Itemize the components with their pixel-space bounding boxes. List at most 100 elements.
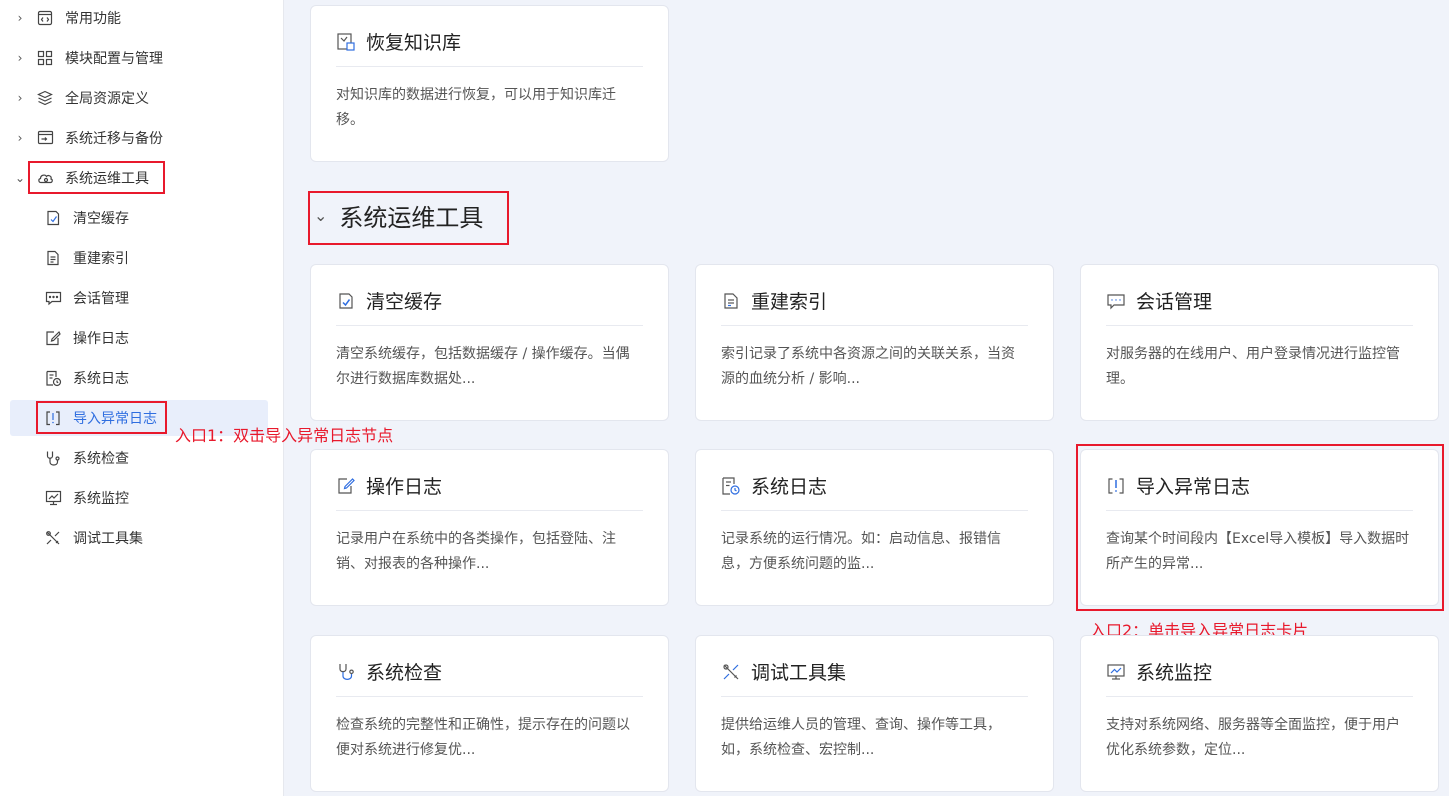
sidebar-item-label: 系统日志	[73, 371, 129, 387]
card-title: 操作日志	[366, 476, 443, 498]
sidebar-item-label: 全局资源定义	[65, 91, 149, 107]
card-debug-tools[interactable]: 调试工具集 提供给运维人员的管理、查询、操作等工具，如，系统检查、宏控制...	[695, 635, 1054, 792]
chevron-down-icon: ⌄	[314, 206, 328, 225]
sidebar-item-label: 系统迁移与备份	[65, 131, 163, 147]
card-title: 系统日志	[751, 476, 828, 498]
chevron-right-icon: ›	[17, 131, 23, 145]
system-log-icon	[44, 369, 62, 387]
import-error-icon	[44, 409, 62, 427]
sidebar-item-label: 导入异常日志	[73, 411, 157, 427]
card-rebuild-index[interactable]: 重建索引 索引记录了系统中各资源之间的关联关系，当资源的血统分析 / 影响...	[695, 264, 1054, 421]
card-description: 提供给运维人员的管理、查询、操作等工具，如，系统检查、宏控制...	[721, 717, 1001, 758]
tools-icon	[44, 529, 62, 547]
chat-icon	[1106, 291, 1126, 311]
import-error-icon	[1106, 476, 1126, 496]
sidebar-item-ops-tools[interactable]: ⌄ 系统运维工具	[0, 160, 284, 196]
rebuild-index-icon	[44, 249, 62, 267]
chevron-right-icon: ›	[17, 91, 23, 105]
card-title: 清空缓存	[366, 291, 443, 313]
sidebar-item-operation-log[interactable]: 操作日志	[0, 320, 284, 356]
card-system-monitor[interactable]: 系统监控 支持对系统网络、服务器等全面监控，便于用户优化系统参数，定位...	[1080, 635, 1439, 792]
card-title: 重建索引	[751, 291, 828, 313]
card-description: 对服务器的在线用户、用户登录情况进行监控管理。	[1106, 346, 1400, 387]
sidebar-item-label: 会话管理	[73, 291, 129, 307]
layers-icon	[36, 89, 54, 107]
edit-log-icon	[336, 476, 356, 496]
card-import-error-log[interactable]: 导入异常日志 查询某个时间段内【Excel导入模板】导入数据时所产生的异常...	[1080, 449, 1439, 606]
chevron-right-icon: ›	[17, 11, 23, 25]
card-system-log[interactable]: 系统日志 记录系统的运行情况。如：启动信息、报错信息，方便系统问题的监...	[695, 449, 1054, 606]
edit-log-icon	[44, 329, 62, 347]
chevron-right-icon: ›	[17, 51, 23, 65]
cloud-tool-icon	[36, 169, 54, 187]
tools-icon	[721, 662, 741, 682]
migrate-icon	[36, 129, 54, 147]
card-description: 记录系统的运行情况。如：启动信息、报错信息，方便系统问题的监...	[721, 531, 1001, 572]
sidebar-item-label: 常用功能	[65, 11, 121, 27]
divider	[336, 325, 643, 326]
system-log-icon	[721, 476, 741, 496]
sidebar-item-migration-backup[interactable]: › 系统迁移与备份	[0, 120, 284, 156]
card-clear-cache[interactable]: 清空缓存 清空系统缓存，包括数据缓存 / 操作缓存。当偶尔进行数据库数据处...	[310, 264, 669, 421]
card-description: 清空系统缓存，包括数据缓存 / 操作缓存。当偶尔进行数据库数据处...	[336, 346, 630, 387]
card-description: 查询某个时间段内【Excel导入模板】导入数据时所产生的异常...	[1106, 531, 1410, 572]
card-description: 对知识库的数据进行恢复，可以用于知识库迁移。	[336, 87, 616, 128]
sidebar-item-global-resources[interactable]: › 全局资源定义	[0, 80, 284, 116]
card-description: 支持对系统网络、服务器等全面监控，便于用户优化系统参数，定位...	[1106, 717, 1400, 758]
divider	[721, 696, 1028, 697]
card-restore-kb[interactable]: 恢复知识库 对知识库的数据进行恢复，可以用于知识库迁移。	[310, 5, 669, 162]
card-system-check[interactable]: 系统检查 检查系统的完整性和正确性，提示存在的问题以便对系统进行修复优...	[310, 635, 669, 792]
clear-cache-icon	[336, 291, 356, 311]
card-title: 系统检查	[366, 662, 443, 684]
card-title: 调试工具集	[751, 662, 847, 684]
section-header[interactable]: ⌄ 系统运维工具	[314, 198, 483, 233]
code-window-icon	[36, 9, 54, 27]
rebuild-index-icon	[721, 291, 741, 311]
stethoscope-icon	[336, 662, 356, 682]
sidebar-item-label: 清空缓存	[73, 211, 129, 227]
sidebar-item-label: 模块配置与管理	[65, 51, 163, 67]
sidebar: › 常用功能 › 模块配置与管理 › 全局资源定义 › 系统迁移与备份 ⌄ 系统…	[0, 0, 284, 796]
card-title: 系统监控	[1136, 662, 1213, 684]
sidebar-item-rebuild-index[interactable]: 重建索引	[0, 240, 284, 276]
stethoscope-icon	[44, 449, 62, 467]
sidebar-item-system-log[interactable]: 系统日志	[0, 360, 284, 396]
monitor-icon	[1106, 662, 1126, 682]
divider	[1106, 696, 1413, 697]
sidebar-item-debug-tools[interactable]: 调试工具集	[0, 520, 284, 556]
sidebar-item-label: 重建索引	[73, 251, 129, 267]
divider	[336, 66, 643, 67]
sidebar-item-session[interactable]: 会话管理	[0, 280, 284, 316]
monitor-icon	[44, 489, 62, 507]
chat-icon	[44, 289, 62, 307]
restore-icon	[336, 32, 356, 52]
sidebar-item-label: 调试工具集	[73, 531, 143, 547]
chevron-down-icon: ⌄	[14, 171, 26, 185]
sidebar-item-label: 系统运维工具	[65, 171, 149, 187]
sidebar-item-clear-cache[interactable]: 清空缓存	[0, 200, 284, 236]
divider	[721, 325, 1028, 326]
clear-cache-icon	[44, 209, 62, 227]
sidebar-item-system-monitor[interactable]: 系统监控	[0, 480, 284, 516]
card-description: 检查系统的完整性和正确性，提示存在的问题以便对系统进行修复优...	[336, 717, 630, 758]
card-description: 索引记录了系统中各资源之间的关联关系，当资源的血统分析 / 影响...	[721, 346, 1015, 387]
divider	[336, 696, 643, 697]
sidebar-item-module-config[interactable]: › 模块配置与管理	[0, 40, 284, 76]
section-title: 系统运维工具	[339, 204, 484, 232]
card-title: 会话管理	[1136, 291, 1213, 313]
divider	[721, 510, 1028, 511]
divider	[1106, 325, 1413, 326]
grid-icon	[36, 49, 54, 67]
sidebar-item-label: 操作日志	[73, 331, 129, 347]
entry1-annotation: 入口1：双击导入异常日志节点	[175, 426, 394, 445]
sidebar-item-label: 系统监控	[73, 491, 129, 507]
card-title: 恢复知识库	[366, 32, 462, 54]
card-title: 导入异常日志	[1136, 476, 1251, 498]
divider	[1106, 510, 1413, 511]
card-operation-log[interactable]: 操作日志 记录用户在系统中的各类操作，包括登陆、注销、对报表的各种操作...	[310, 449, 669, 606]
sidebar-item-label: 系统检查	[73, 451, 129, 467]
divider	[336, 510, 643, 511]
card-session[interactable]: 会话管理 对服务器的在线用户、用户登录情况进行监控管理。	[1080, 264, 1439, 421]
sidebar-item-common[interactable]: › 常用功能	[0, 0, 284, 36]
card-description: 记录用户在系统中的各类操作，包括登陆、注销、对报表的各种操作...	[336, 531, 616, 572]
